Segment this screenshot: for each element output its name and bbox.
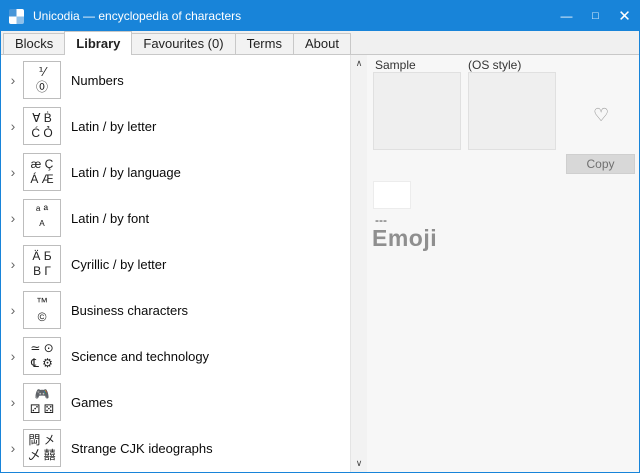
- tab-favourites[interactable]: Favourites (0): [131, 33, 235, 54]
- icon-glyphs: Ӓ Б: [32, 249, 51, 264]
- category-label: Latin / by letter: [71, 119, 156, 134]
- category-icon: Ӓ Б В Г: [23, 245, 61, 283]
- chevron-right-icon[interactable]: ›: [5, 440, 21, 456]
- scroll-up-icon[interactable]: ∧: [351, 55, 367, 72]
- category-label: Numbers: [71, 73, 124, 88]
- library-item-business-characters[interactable]: › ™ © Business characters: [1, 287, 350, 333]
- window-title: Unicodia — encyclopedia of characters: [33, 9, 552, 23]
- detail-pane: Sample (OS style) ♡ Copy --- Emoji: [367, 55, 639, 472]
- chevron-right-icon[interactable]: ›: [5, 348, 21, 364]
- minimize-button[interactable]: —: [552, 1, 581, 31]
- scroll-down-icon[interactable]: ∨: [351, 455, 367, 472]
- icon-glyphs: ⅟: [39, 65, 46, 80]
- os-style-sample-display: [468, 72, 556, 150]
- category-label: Science and technology: [71, 349, 209, 364]
- tab-library[interactable]: Library: [64, 31, 132, 55]
- icon-glyphs: ™: [36, 295, 48, 310]
- icon-glyphs: ≃ ⊙: [30, 341, 53, 356]
- library-item-games[interactable]: › 🎮 ⚂ ⚄ Games: [1, 379, 350, 425]
- tab-terms[interactable]: Terms: [235, 33, 294, 54]
- category-label: Latin / by font: [71, 211, 149, 226]
- category-label: Cyrillic / by letter: [71, 257, 166, 272]
- tab-blocks[interactable]: Blocks: [3, 33, 65, 54]
- sample-display: [373, 72, 461, 150]
- library-item-science-and-technology[interactable]: › ≃ ⊙ ℄ ⚙ Science and technology: [1, 333, 350, 379]
- icon-glyphs: ©: [38, 310, 47, 325]
- icon-glyphs: 🎮: [35, 387, 50, 402]
- app-logo-icon: [9, 9, 24, 24]
- chevron-right-icon[interactable]: ›: [5, 164, 21, 180]
- library-item-strange-cjk-ideographs[interactable]: › 閊 㐅 乄 囍 Strange CJK ideographs: [1, 425, 350, 471]
- category-label: Games: [71, 395, 113, 410]
- chevron-right-icon[interactable]: ›: [5, 210, 21, 226]
- icon-glyphs: Á Æ: [30, 172, 53, 187]
- character-preview-box: [373, 181, 411, 209]
- category-label: Latin / by language: [71, 165, 181, 180]
- section-heading: Emoji: [372, 225, 437, 252]
- category-icon: ™ ©: [23, 291, 61, 329]
- category-label: Business characters: [71, 303, 188, 318]
- icon-glyphs: 閊 㐅: [28, 433, 55, 448]
- tree-scrollbar[interactable]: ∧ ∨: [350, 55, 367, 472]
- favourite-heart-icon[interactable]: ♡: [593, 105, 609, 126]
- category-icon: ⅟ ⓪: [23, 61, 61, 99]
- category-icon: ᵃ ª ᴬ: [23, 199, 61, 237]
- sample-label: Sample: [375, 58, 416, 72]
- library-content: › ⅟ ⓪ Numbers › Ɐ Ḃ Ć Ỏ Latin / by lette…: [1, 55, 639, 472]
- icon-glyphs: В Г: [33, 264, 51, 279]
- category-tree: › ⅟ ⓪ Numbers › Ɐ Ḃ Ć Ỏ Latin / by lette…: [1, 55, 350, 472]
- copy-button[interactable]: Copy: [566, 154, 635, 174]
- icon-glyphs: Ć Ỏ: [31, 126, 52, 141]
- library-item-latin-by-font[interactable]: › ᵃ ª ᴬ Latin / by font: [1, 195, 350, 241]
- library-item-latin-by-language[interactable]: › æ Ç Á Æ Latin / by language: [1, 149, 350, 195]
- chevron-right-icon[interactable]: ›: [5, 302, 21, 318]
- icon-glyphs: ⚂ ⚄: [30, 402, 54, 417]
- category-icon: ≃ ⊙ ℄ ⚙: [23, 337, 61, 375]
- icon-glyphs: ⓪: [36, 80, 48, 95]
- chevron-right-icon[interactable]: ›: [5, 394, 21, 410]
- icon-glyphs: ᵃ ª: [36, 203, 48, 218]
- chevron-right-icon[interactable]: ›: [5, 72, 21, 88]
- chevron-right-icon[interactable]: ›: [5, 256, 21, 272]
- category-label: Strange CJK ideographs: [71, 441, 213, 456]
- library-item-numbers[interactable]: › ⅟ ⓪ Numbers: [1, 57, 350, 103]
- icon-glyphs: æ Ç: [31, 157, 54, 172]
- category-icon: Ɐ Ḃ Ć Ỏ: [23, 107, 61, 145]
- icon-glyphs: 乄 囍: [28, 448, 55, 463]
- chevron-right-icon[interactable]: ›: [5, 118, 21, 134]
- os-style-label: (OS style): [468, 58, 521, 72]
- title-bar: Unicodia — encyclopedia of characters — …: [1, 1, 639, 31]
- category-icon: 閊 㐅 乄 囍: [23, 429, 61, 467]
- icon-glyphs: ℄ ⚙: [31, 356, 53, 371]
- library-item-latin-by-letter[interactable]: › Ɐ Ḃ Ć Ỏ Latin / by letter: [1, 103, 350, 149]
- category-icon: æ Ç Á Æ: [23, 153, 61, 191]
- library-item-cyrillic-by-letter[interactable]: › Ӓ Б В Г Cyrillic / by letter: [1, 241, 350, 287]
- maximize-button[interactable]: □: [581, 1, 610, 31]
- icon-glyphs: Ɐ Ḃ: [32, 111, 52, 126]
- app-window: Unicodia — encyclopedia of characters — …: [0, 0, 640, 473]
- close-button[interactable]: ✕: [610, 1, 639, 31]
- category-icon: 🎮 ⚂ ⚄: [23, 383, 61, 421]
- tab-bar: Blocks Library Favourites (0) Terms Abou…: [1, 31, 639, 55]
- tab-about[interactable]: About: [293, 33, 351, 54]
- icon-glyphs: ᴬ: [39, 218, 44, 233]
